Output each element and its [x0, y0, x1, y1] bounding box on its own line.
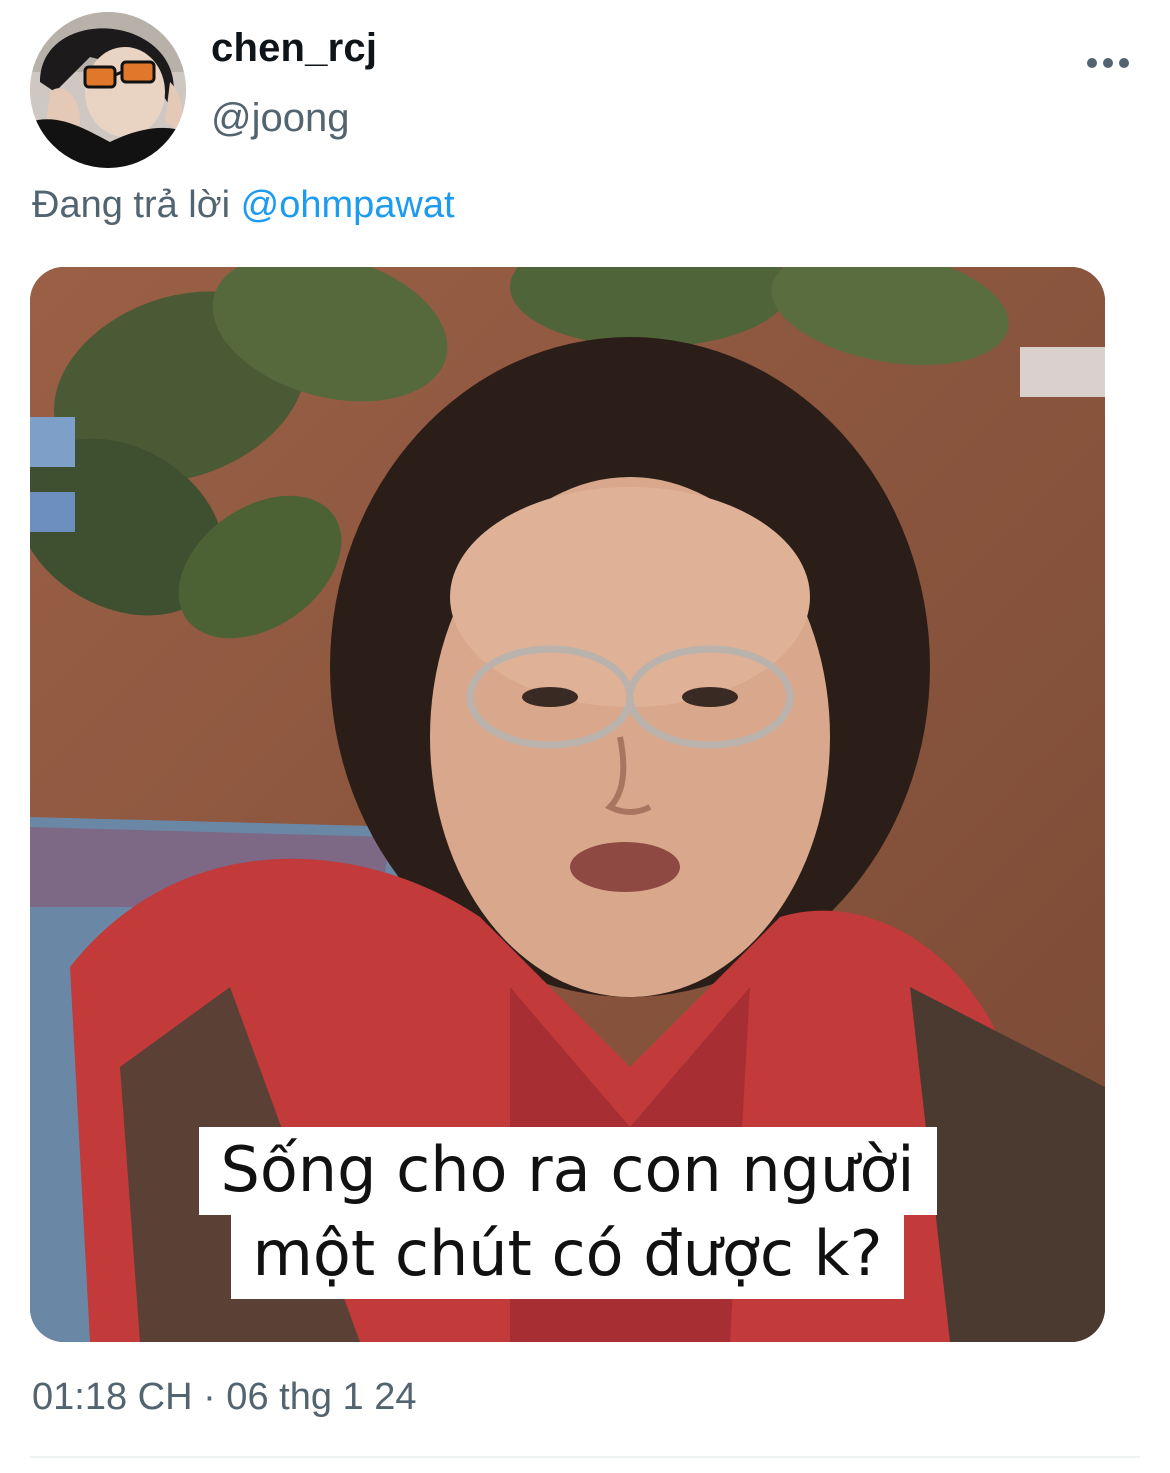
divider	[30, 1456, 1140, 1458]
caption-line-2-text: một chút có được k?	[230, 1211, 905, 1299]
caption-line-2: một chút có được k?	[30, 1211, 1105, 1299]
timestamp[interactable]: 01:18 CH · 06 thg 1 24	[32, 1376, 416, 1419]
avatar-image	[30, 12, 186, 168]
display-name[interactable]: chen_rcj	[211, 26, 377, 71]
avatar[interactable]	[30, 12, 186, 168]
replying-to-label: Đang trả lời	[32, 184, 241, 226]
more-options-button[interactable]	[1080, 48, 1136, 78]
caption-line-1-text: Sống cho ra con người	[198, 1127, 937, 1215]
tweet: chen_rcj @joong Đang trả lời @ohmpawat S…	[0, 0, 1170, 1473]
handle[interactable]: @joong	[211, 96, 349, 141]
replying-to: Đang trả lời @ohmpawat	[32, 184, 455, 227]
caption-line-1: Sống cho ra con người	[30, 1127, 1105, 1215]
mention-link[interactable]: @ohmpawat	[241, 184, 455, 226]
more-horizontal-icon	[1087, 58, 1129, 68]
media-image[interactable]: Sống cho ra con người một chút có được k…	[30, 267, 1105, 1342]
